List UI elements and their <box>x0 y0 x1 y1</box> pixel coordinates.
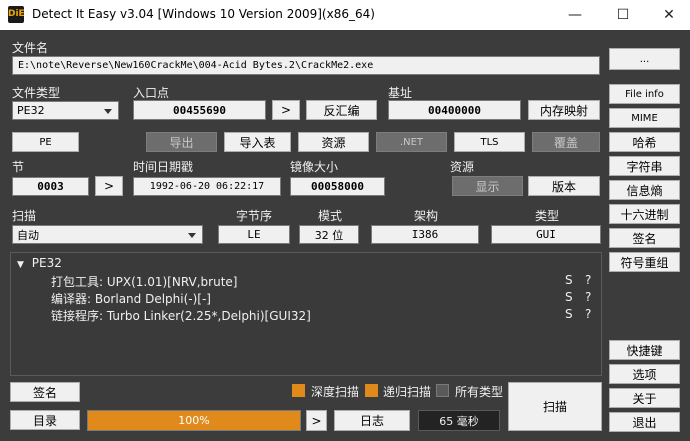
entry-point-go-button[interactable]: > <box>272 100 300 120</box>
timestamp-field[interactable]: 1992-06-20 06:22:17 <box>133 177 281 196</box>
import-button[interactable]: 导入表 <box>224 132 291 152</box>
image-size-label: 镜像大小 <box>290 160 339 174</box>
endianness-label: 字节序 <box>236 209 273 223</box>
maximize-button[interactable]: ☐ <box>600 0 646 30</box>
resources-button[interactable]: 资源 <box>298 132 369 152</box>
mode-label: 模式 <box>318 209 343 223</box>
recursive-scan-label: 递归扫描 <box>383 385 432 399</box>
timestamp-value: 1992-06-20 06:22:17 <box>149 181 265 192</box>
file-info-button[interactable]: File info <box>609 84 680 104</box>
entry-point-field[interactable]: 00455690 <box>133 100 266 120</box>
image-size-field[interactable]: 00058000 <box>290 177 385 196</box>
tree-root[interactable]: ▼ PE32 <box>17 256 62 270</box>
signature-button[interactable]: 签名 <box>10 382 80 402</box>
section-value: 0003 <box>37 180 64 193</box>
expand-arrow-icon[interactable]: ▼ <box>17 260 24 270</box>
signatures-button[interactable]: 签名 <box>609 228 680 248</box>
signature-s-button[interactable]: S <box>565 290 573 304</box>
section-field[interactable]: 0003 <box>12 177 89 196</box>
scan-progress-bar: 100% <box>87 410 301 431</box>
endianness-value: LE <box>247 228 261 241</box>
entry-point-label: 入口点 <box>133 86 170 100</box>
progress-go-button[interactable]: > <box>306 410 327 431</box>
chevron-down-icon <box>188 232 196 238</box>
mode-value: 32 位 <box>314 228 344 242</box>
entry-point-value: 00455690 <box>173 103 226 117</box>
file-type-select[interactable]: PE32 <box>12 101 119 120</box>
info-q-button[interactable]: ? <box>585 307 591 321</box>
type-value: GUI <box>536 228 556 241</box>
image-size-value: 00058000 <box>311 180 364 193</box>
file-path-text: E:\note\Reverse\New160CrackMe\004-Acid B… <box>18 60 374 71</box>
scan-mode-select[interactable]: 自动 <box>12 225 203 244</box>
timestamp-label: 时间日期戳 <box>133 160 194 174</box>
mime-button[interactable]: MIME <box>609 108 680 128</box>
dotnet-button[interactable]: .NET <box>376 132 447 152</box>
scan-button[interactable]: 扫描 <box>508 382 602 431</box>
signature-s-button[interactable]: S <box>565 307 573 321</box>
about-button[interactable]: 关于 <box>609 388 680 408</box>
tree-item[interactable]: 编译器: Borland Delphi(-)[-] <box>51 290 211 307</box>
close-button[interactable]: ✕ <box>646 0 690 30</box>
scan-time-value: 65 毫秒 <box>439 414 479 428</box>
section-label: 节 <box>12 160 25 174</box>
pe-button[interactable]: PE <box>12 132 79 152</box>
browse-button[interactable]: ... <box>609 48 680 70</box>
symbols-button[interactable]: 符号重组 <box>609 252 680 272</box>
window-title: Detect It Easy v3.04 [Windows 10 Version… <box>32 7 375 21</box>
base-address-value: 00400000 <box>428 103 481 117</box>
entropy-button[interactable]: 信息熵 <box>609 180 680 200</box>
tree-root-label: PE32 <box>31 256 62 270</box>
tree-item[interactable]: 打包工具: UPX(1.01)[NRV,brute] <box>51 273 237 290</box>
resource-show-button[interactable]: 显示 <box>452 176 523 196</box>
all-types-label: 所有类型 <box>455 385 504 399</box>
memory-map-button[interactable]: 内存映射 <box>528 100 600 120</box>
minimize-button[interactable]: — <box>552 0 598 30</box>
resource-label: 资源 <box>450 160 475 174</box>
options-button[interactable]: 选项 <box>609 364 680 384</box>
base-address-field[interactable]: 00400000 <box>388 100 521 120</box>
architecture-field: I386 <box>371 225 479 244</box>
recursive-scan-checkbox[interactable] <box>365 384 378 397</box>
file-name-label: 文件名 <box>12 41 49 55</box>
all-types-checkbox[interactable] <box>436 384 449 397</box>
export-button[interactable]: 导出 <box>146 132 217 152</box>
tls-button[interactable]: TLS <box>454 132 525 152</box>
base-address-label: 基址 <box>388 86 413 100</box>
hash-button[interactable]: 哈希 <box>609 132 680 152</box>
type-field: GUI <box>491 225 601 244</box>
signature-s-button[interactable]: S <box>565 273 573 287</box>
architecture-value: I386 <box>411 228 439 241</box>
mode-field: 32 位 <box>299 225 359 244</box>
file-path-field[interactable]: E:\note\Reverse\New160CrackMe\004-Acid B… <box>12 56 600 75</box>
file-type-value: PE32 <box>17 104 45 117</box>
section-go-button[interactable]: > <box>95 176 123 196</box>
exit-button[interactable]: 退出 <box>609 412 680 432</box>
chevron-down-icon <box>104 108 112 114</box>
shortcuts-button[interactable]: 快捷键 <box>609 340 680 360</box>
results-tree[interactable]: ▼ PE32 打包工具: UPX(1.01)[NRV,brute] S ? 编译… <box>10 252 602 376</box>
deep-scan-label: 深度扫描 <box>311 385 360 399</box>
hex-button[interactable]: 十六进制 <box>609 204 680 224</box>
version-button[interactable]: 版本 <box>528 176 600 196</box>
deep-scan-checkbox[interactable] <box>292 384 305 397</box>
endianness-field: LE <box>218 225 290 244</box>
type-label: 类型 <box>535 209 560 223</box>
progress-text: 100% <box>178 414 210 427</box>
info-q-button[interactable]: ? <box>585 273 591 287</box>
file-type-label: 文件类型 <box>12 86 61 100</box>
directory-button[interactable]: 目录 <box>10 410 80 430</box>
overlay-button[interactable]: 覆盖 <box>532 132 600 152</box>
title-bar: DiE Detect It Easy v3.04 [Windows 10 Ver… <box>0 0 690 30</box>
strings-button[interactable]: 字符串 <box>609 156 680 176</box>
info-q-button[interactable]: ? <box>585 290 591 304</box>
app-logo-icon: DiE <box>8 6 25 23</box>
scan-time-field: 65 毫秒 <box>418 410 500 431</box>
log-button[interactable]: 日志 <box>334 410 410 431</box>
tree-item[interactable]: 链接程序: Turbo Linker(2.25*,Delphi)[GUI32] <box>51 307 311 324</box>
architecture-label: 架构 <box>414 209 439 223</box>
disassemble-button[interactable]: 反汇编 <box>306 100 377 120</box>
scan-mode-value: 自动 <box>17 228 39 242</box>
scan-label: 扫描 <box>12 209 37 223</box>
